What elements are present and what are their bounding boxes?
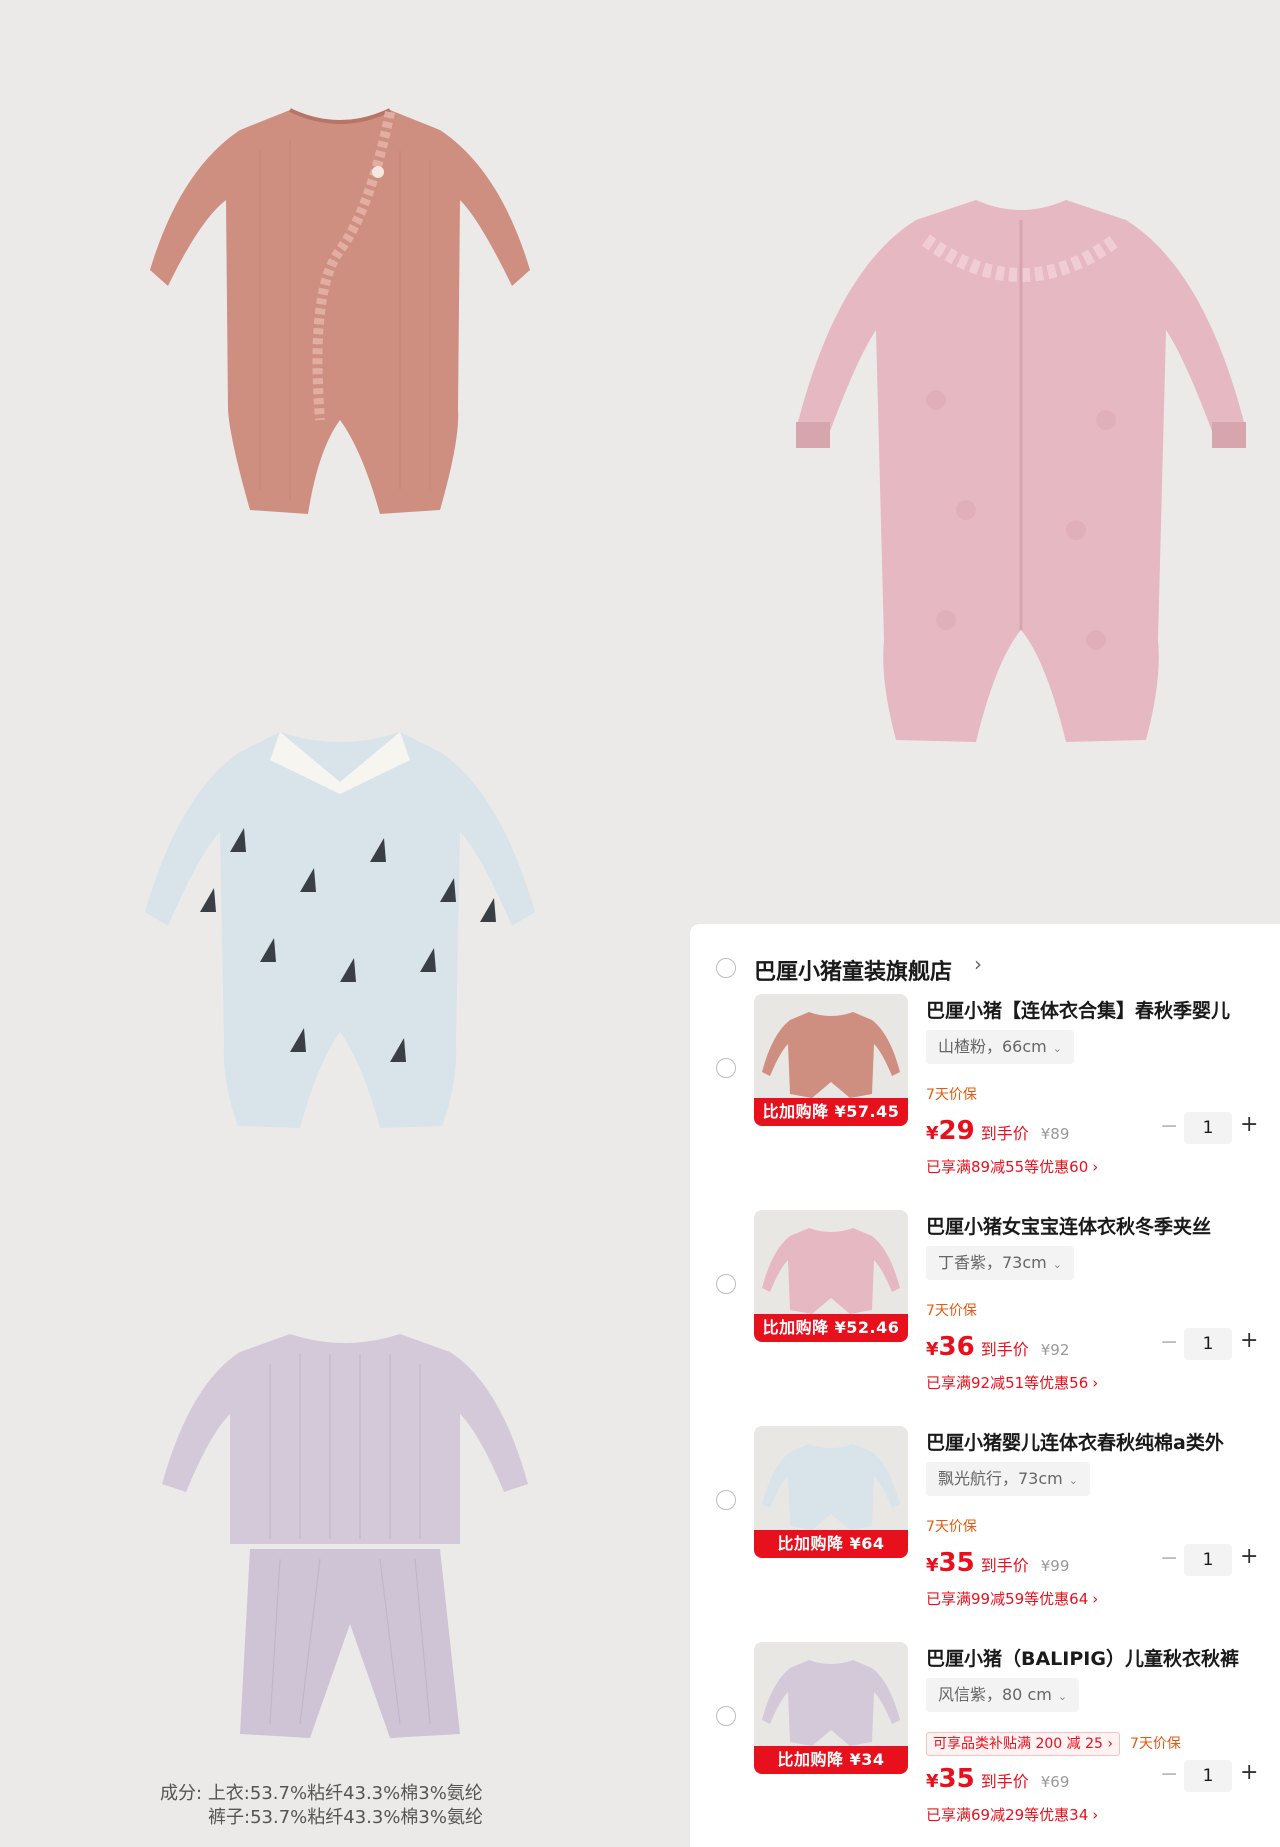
- variant-label: 飘光航行，73cm: [938, 1469, 1063, 1488]
- product-title[interactable]: 巴厘小猪（BALIPIG）儿童秋衣秋裤: [926, 1644, 1266, 1671]
- chevron-down-icon: ⌄: [1068, 1474, 1078, 1487]
- variant-selector[interactable]: 飘光航行，73cm ⌄: [926, 1462, 1090, 1496]
- cart-item: 比加购降 ¥64 巴厘小猪婴儿连体衣春秋纯棉a类外飘光航行，73cm ⌄ 7天价保 ¥3…: [690, 1426, 1280, 1626]
- discount-summary[interactable]: 已享满99减59等优惠64 ›: [926, 1588, 1098, 1609]
- decrease-button[interactable]: −: [1160, 1762, 1178, 1787]
- store-name[interactable]: 巴厘小猪童装旗舰店: [754, 954, 952, 986]
- final-price-label: 到手价: [980, 1124, 1029, 1143]
- chevron-down-icon: ⌄: [1052, 1042, 1062, 1055]
- cart-panel: 巴厘小猪童装旗舰店 › 比加购降 ¥57.45 巴厘小猪【连体衣合集】春秋季婴儿山…: [690, 924, 1280, 1847]
- composition-label: 成分:: [160, 1783, 203, 1804]
- final-price-label: 到手价: [980, 1340, 1029, 1359]
- product-thumbnail[interactable]: 比加购降 ¥34: [754, 1642, 908, 1774]
- variant-selector[interactable]: 山楂粉，66cm ⌄: [926, 1030, 1074, 1064]
- price-row: ¥29 到手价 ¥89: [926, 1116, 1069, 1150]
- chevron-right-icon: ›: [1092, 1374, 1099, 1392]
- item-select-radio[interactable]: [716, 1274, 736, 1294]
- cart-item: 比加购降 ¥52.46 巴厘小猪女宝宝连体衣秋冬季夹丝丁香紫，73cm ⌄ 7天价保 ¥…: [690, 1210, 1280, 1410]
- price-drop-badge: 比加购降 ¥34: [754, 1746, 908, 1774]
- chevron-right-icon: ›: [1092, 1158, 1099, 1176]
- chevron-down-icon: ⌄: [1057, 1690, 1068, 1703]
- variant-selector[interactable]: 风信紫，80 cm ⌄: [926, 1678, 1080, 1712]
- original-price: ¥99: [1040, 1557, 1070, 1575]
- original-price: ¥89: [1040, 1125, 1070, 1143]
- price-guarantee-tag: 7天价保: [926, 1519, 977, 1535]
- original-price: ¥69: [1040, 1773, 1070, 1791]
- price-drop-badge: 比加购降 ¥64: [754, 1530, 908, 1558]
- final-price-label: 到手价: [980, 1556, 1029, 1575]
- subsidy-tag[interactable]: 可享品类补贴满 200 减 25 ›: [926, 1732, 1120, 1756]
- price-guarantee-tag: 7天价保: [1129, 1736, 1181, 1752]
- chevron-right-icon: ›: [1092, 1806, 1099, 1824]
- item-select-radio[interactable]: [716, 1058, 736, 1078]
- store-select-radio[interactable]: [716, 958, 736, 978]
- final-price: ¥29: [926, 1116, 975, 1146]
- composition-bottom: 裤子:53.7%粘纤43.3%棉3%氨纶: [208, 1807, 483, 1828]
- increase-button[interactable]: +: [1240, 1112, 1258, 1137]
- product-title[interactable]: 巴厘小猪女宝宝连体衣秋冬季夹丝: [926, 1212, 1266, 1239]
- decrease-button[interactable]: −: [1160, 1114, 1178, 1139]
- price-guarantee-tag: 7天价保: [926, 1303, 977, 1319]
- photo-sailboat-romper: [140, 712, 540, 1132]
- discount-summary[interactable]: 已享满89减55等优惠60 ›: [926, 1156, 1098, 1177]
- quantity-stepper: −1 +: [1160, 1760, 1270, 1794]
- discount-summary[interactable]: 已享满69减29等优惠34 ›: [926, 1804, 1098, 1825]
- item-select-radio[interactable]: [716, 1706, 736, 1726]
- quantity-stepper: −1 +: [1160, 1544, 1270, 1578]
- price-drop-badge: 比加购降 ¥57.45: [754, 1098, 908, 1126]
- quantity-stepper: −1 +: [1160, 1112, 1270, 1146]
- chevron-down-icon: ⌄: [1052, 1258, 1062, 1271]
- store-header[interactable]: 巴厘小猪童装旗舰店 ›: [690, 950, 1280, 990]
- composition-top: 上衣:53.7%粘纤43.3%棉3%氨纶: [207, 1783, 483, 1804]
- price-row: ¥36 到手价 ¥92: [926, 1332, 1069, 1366]
- final-price: ¥35: [926, 1548, 975, 1578]
- product-thumbnail[interactable]: 比加购降 ¥52.46: [754, 1210, 908, 1342]
- quantity-value[interactable]: 1: [1184, 1112, 1232, 1144]
- tag-row: 7天价保: [926, 1084, 977, 1108]
- price-row: ¥35 到手价 ¥69: [926, 1764, 1069, 1798]
- discount-text: 已享满99减59等优惠64: [926, 1590, 1089, 1608]
- quantity-value[interactable]: 1: [1184, 1544, 1232, 1576]
- composition-note: 成分: 上衣:53.7%粘纤43.3%棉3%氨纶 裤子:53.7%粘纤43.3%…: [160, 1782, 483, 1830]
- variant-label: 风信紫，80 cm: [938, 1685, 1052, 1704]
- chevron-right-icon: ›: [1092, 1590, 1099, 1608]
- cart-item: 比加购降 ¥57.45 巴厘小猪【连体衣合集】春秋季婴儿山楂粉，66cm ⌄ 7天价保…: [690, 994, 1280, 1194]
- variant-label: 山楂粉，66cm: [938, 1037, 1047, 1056]
- product-title[interactable]: 巴厘小猪婴儿连体衣春秋纯棉a类外: [926, 1428, 1266, 1455]
- cart-item: 比加购降 ¥34 巴厘小猪（BALIPIG）儿童秋衣秋裤风信紫，80 cm ⌄ 可享品…: [690, 1642, 1280, 1842]
- price-drop-badge: 比加购降 ¥52.46: [754, 1314, 908, 1342]
- item-select-radio[interactable]: [716, 1490, 736, 1510]
- decrease-button[interactable]: −: [1160, 1330, 1178, 1355]
- store-chevron-icon: ›: [974, 952, 982, 976]
- increase-button[interactable]: +: [1240, 1544, 1258, 1569]
- product-thumbnail[interactable]: 比加购降 ¥64: [754, 1426, 908, 1558]
- product-thumbnail[interactable]: 比加购降 ¥57.45: [754, 994, 908, 1126]
- photo-pink-romper: [140, 90, 540, 520]
- quantity-stepper: −1 +: [1160, 1328, 1270, 1362]
- product-title[interactable]: 巴厘小猪【连体衣合集】春秋季婴儿: [926, 996, 1266, 1023]
- final-price: ¥35: [926, 1764, 975, 1794]
- original-price: ¥92: [1040, 1341, 1070, 1359]
- photo-lilac-pajama-set: [160, 1324, 530, 1744]
- quantity-value[interactable]: 1: [1184, 1760, 1232, 1792]
- final-price-label: 到手价: [980, 1772, 1029, 1791]
- final-price: ¥36: [926, 1332, 975, 1362]
- discount-text: 已享满92减51等优惠56: [926, 1374, 1089, 1392]
- discount-summary[interactable]: 已享满92减51等优惠56 ›: [926, 1372, 1098, 1393]
- increase-button[interactable]: +: [1240, 1328, 1258, 1353]
- variant-selector[interactable]: 丁香紫，73cm ⌄: [926, 1246, 1074, 1280]
- tag-row: 可享品类补贴满 200 减 25 › 7天价保: [926, 1732, 1181, 1756]
- price-row: ¥35 到手价 ¥99: [926, 1548, 1069, 1582]
- variant-label: 丁香紫，73cm: [938, 1253, 1047, 1272]
- tag-row: 7天价保: [926, 1300, 977, 1324]
- tag-row: 7天价保: [926, 1516, 977, 1540]
- quantity-value[interactable]: 1: [1184, 1328, 1232, 1360]
- decrease-button[interactable]: −: [1160, 1546, 1178, 1571]
- discount-text: 已享满69减29等优惠34: [926, 1806, 1089, 1824]
- discount-text: 已享满89减55等优惠60: [926, 1158, 1089, 1176]
- increase-button[interactable]: +: [1240, 1760, 1258, 1785]
- price-guarantee-tag: 7天价保: [926, 1087, 977, 1103]
- photo-lilac-romper: [786, 180, 1256, 750]
